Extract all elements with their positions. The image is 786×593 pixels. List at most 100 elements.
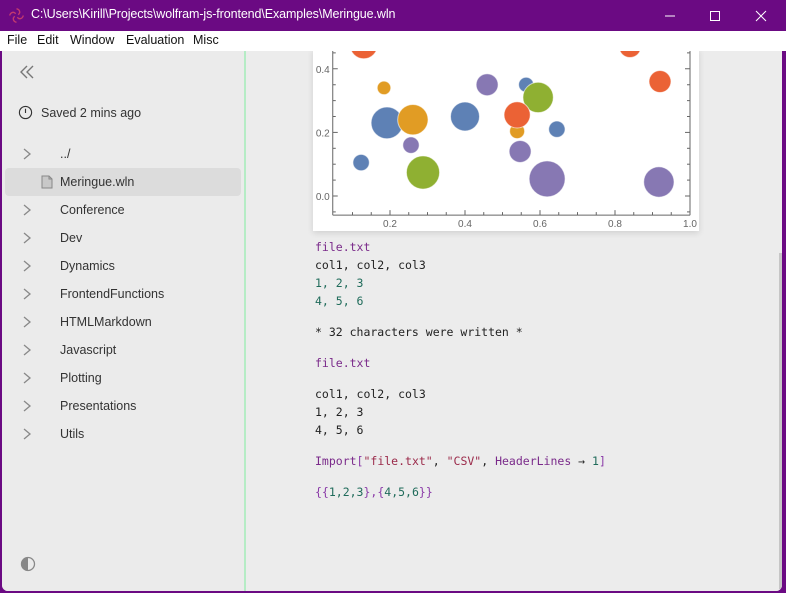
bubble-series2 [376,80,392,96]
tree-item-label: HTMLMarkdown [60,315,152,329]
app-logo-icon [9,8,24,23]
output-filename: file.txt [315,240,371,254]
tree-item-label: Javascript [60,343,117,357]
bubble-series5 [402,136,420,154]
chevron-right-icon [23,344,32,356]
bubble-series1 [352,153,370,172]
tree-item-label: Plotting [60,371,102,385]
sidebar: Saved 2 mins ago ../ Meringue.wln Confer [2,51,246,591]
menu-file[interactable]: File [7,33,27,47]
output-filename: file.txt [315,356,371,370]
tree-item-label: Utils [60,427,85,441]
tree-item-dev[interactable]: Dev [5,224,241,252]
close-icon [755,10,767,21]
content-area: Saved 2 mins ago ../ Meringue.wln Confer [2,51,782,591]
output-line: 4, 5, 6 [315,294,364,308]
tree-item-parent[interactable]: ../ [5,140,241,168]
chevron-right-icon [23,148,32,160]
x-tick-label: 0.2 [383,219,397,230]
tree-item-presentations[interactable]: Presentations [5,392,241,420]
close-button[interactable] [738,0,784,31]
bubble-series5 [508,139,532,163]
y-tick-label: 0.2 [316,128,330,139]
chevron-right-icon [23,288,32,300]
menu-evaluation[interactable]: Evaluation [126,33,184,47]
x-tick-label: 1.0 [683,219,697,230]
y-tick-label: 0.4 [316,65,330,76]
tree-item-utils[interactable]: Utils [5,420,241,448]
menu-bar: File Edit Window Evaluation Misc [0,31,786,51]
code-option: HeaderLines [495,454,572,468]
code-sep: , [432,454,447,468]
output-line: 1, 2, 3 [315,276,364,290]
code-string: "file.txt" [363,454,433,468]
minimize-icon [665,15,675,16]
output-line: 4, 5, 6 [315,423,364,437]
input-cell-import[interactable]: Import["file.txt", "CSV", HeaderLines → … [315,454,606,468]
window-title: C:\Users\Kirill\Projects\wolfram-js-fron… [31,7,396,21]
notebook-area: 0.2 0.4 0.6 0.8 1.0 0.0 0.2 0.4 file.txt col1, … [248,51,782,591]
tree-item-javascript[interactable]: Javascript [5,336,241,364]
tree-item-conference[interactable]: Conference [5,196,241,224]
chevron-right-icon [23,400,32,412]
double-chevron-left-icon [20,65,34,79]
tree-item-label: Meringue.wln [60,175,135,189]
app-window: C:\Users\Kirill\Projects\wolfram-js-fron… [0,0,786,593]
menu-edit[interactable]: Edit [37,33,59,47]
title-bar[interactable]: C:\Users\Kirill\Projects\wolfram-js-fron… [0,0,786,31]
tree-item-htmlmarkdown[interactable]: HTMLMarkdown [5,308,241,336]
chevron-right-icon [23,204,32,216]
bubble-series5 [643,166,675,198]
clock-icon [18,105,33,120]
output-result: {{1,2,3},{4,5,6}} [315,485,433,499]
chevron-right-icon [23,260,32,272]
bubble-chart-svg: 0.2 0.4 0.6 0.8 1.0 0.0 0.2 0.4 [316,51,697,230]
code-string: "CSV" [446,454,482,468]
tree-item-meringue[interactable]: Meringue.wln [5,168,241,196]
code-sep: , [481,454,496,468]
bubble-series4 [619,51,641,59]
code-function: Import [315,454,357,468]
tree-item-frontendfunctions[interactable]: FrontendFunctions [5,280,241,308]
code-values: 4,5,6 [384,485,419,499]
chevron-right-icon [23,232,32,244]
bubble-series3 [405,155,441,190]
code-brace: },{ [363,485,385,499]
file-icon [41,175,53,189]
bubble-chart: 0.2 0.4 0.6 0.8 1.0 0.0 0.2 0.4 [313,51,699,231]
menu-window[interactable]: Window [70,33,114,47]
minimize-button[interactable] [647,0,693,31]
maximize-icon [710,10,720,21]
output-line: col1, col2, col3 [315,258,426,272]
chevron-right-icon [23,372,32,384]
collapse-sidebar-button[interactable] [18,63,38,83]
maximize-button[interactable] [692,0,738,31]
y-tick-label: 0.0 [316,192,330,203]
file-tree: ../ Meringue.wln Conference Dev Dynamics… [5,140,241,448]
code-number: 1 [592,454,599,468]
chevron-right-icon [23,428,32,440]
tree-item-plotting[interactable]: Plotting [5,364,241,392]
code-values: 1,2,3 [328,485,364,499]
tree-item-label: FrontendFunctions [60,287,165,301]
tree-item-label: Conference [60,203,125,217]
bubble-series4 [648,70,672,94]
scrollbar[interactable] [779,253,782,589]
menu-misc[interactable]: Misc [193,33,219,47]
bubble-series4 [350,51,377,60]
tree-item-label: Dev [60,231,83,245]
x-tick-label: 0.4 [458,219,472,230]
bubble-series2 [397,103,429,136]
chevron-right-icon [23,316,32,328]
save-status-text: Saved 2 mins ago [41,105,142,120]
tree-item-label: ../ [60,147,71,161]
tree-item-dynamics[interactable]: Dynamics [5,252,241,280]
theme-toggle-icon[interactable] [20,556,36,572]
bubble-series4 [503,101,531,129]
code-arrow: → [571,454,593,468]
output-message: * 32 characters were written * [315,325,523,339]
tree-item-label: Dynamics [60,259,115,273]
tree-item-label: Presentations [60,399,137,413]
bubble-series5 [528,160,566,198]
bubble-series1 [450,101,480,132]
